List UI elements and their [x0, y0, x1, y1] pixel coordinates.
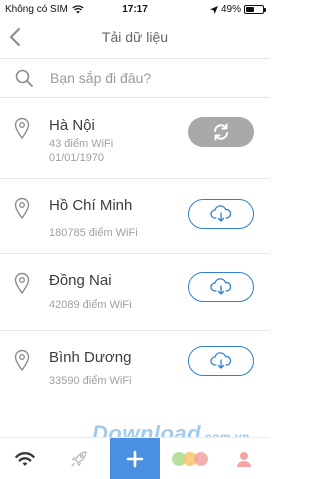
download-button[interactable] — [188, 346, 254, 376]
location-arrow-icon — [209, 5, 218, 14]
list-item: Bình Dương 33590 điểm WiFi — [0, 331, 270, 411]
tab-wifi[interactable] — [0, 438, 50, 479]
tab-add[interactable] — [110, 438, 160, 479]
rocket-icon — [71, 451, 87, 467]
search-bar — [0, 58, 270, 98]
map-pin-icon — [14, 349, 30, 371]
list-item: Hồ Chí Minh 180785 điểm WiFi — [0, 179, 270, 254]
status-bar: Không có SIM 17:17 49% — [0, 0, 270, 20]
list-item: Hà Nội 43 điểm WiFi 01/01/1970 — [0, 99, 270, 179]
battery-fill — [246, 7, 254, 12]
cloud-download-icon — [210, 352, 232, 369]
tab-rocket[interactable] — [54, 438, 104, 479]
tab-bar — [0, 437, 270, 479]
download-button[interactable] — [188, 199, 254, 229]
tab-profile[interactable] — [222, 438, 266, 479]
refresh-icon — [214, 123, 228, 141]
wifi-count: 43 điểm WiFi — [49, 138, 114, 150]
city-list: Hà Nội 43 điểm WiFi 01/01/1970 Hồ Chí Mi… — [0, 99, 270, 411]
last-updated: 01/01/1970 — [49, 152, 105, 164]
city-name: Hồ Chí Minh — [49, 197, 133, 214]
wifi-count: 42089 điểm WiFi — [49, 299, 132, 311]
search-input[interactable] — [50, 67, 260, 89]
map-pin-icon — [14, 117, 30, 139]
city-name: Hà Nội — [49, 117, 95, 134]
nav-bar: Tải dữ liệu — [0, 20, 270, 54]
wifi-count: 33590 điểm WiFi — [49, 375, 132, 387]
hearts-icon — [172, 452, 208, 466]
status-right: 49% — [209, 4, 266, 15]
list-item: Đồng Nai 42089 điểm WiFi — [0, 254, 270, 331]
profile-icon — [237, 452, 251, 467]
map-pin-icon — [14, 197, 30, 219]
map-pin-icon — [14, 272, 30, 294]
search-icon — [15, 69, 33, 87]
wifi-count: 180785 điểm WiFi — [49, 227, 138, 239]
download-button[interactable] — [188, 272, 254, 302]
plus-icon — [126, 450, 144, 468]
battery-percent: 49% — [220, 4, 241, 15]
page-title: Tải dữ liệu — [101, 29, 169, 45]
battery-icon — [244, 5, 266, 14]
sync-button[interactable] — [188, 117, 254, 147]
city-name: Bình Dương — [49, 349, 132, 366]
cloud-download-icon — [210, 278, 232, 295]
wifi-icon — [15, 452, 35, 466]
city-name: Đồng Nai — [49, 272, 112, 289]
tab-hearts[interactable] — [163, 438, 217, 479]
cloud-download-icon — [210, 205, 232, 222]
